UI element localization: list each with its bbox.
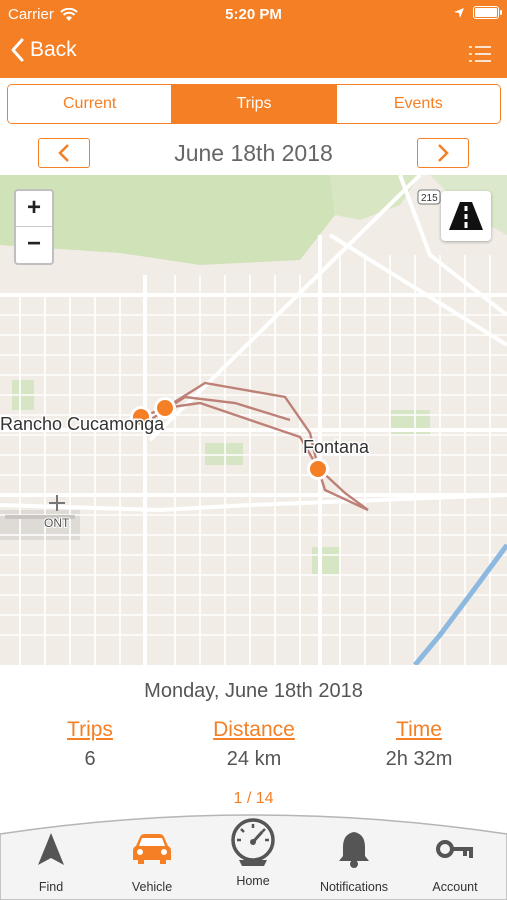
- zoom-control: + −: [14, 189, 54, 265]
- tab-current[interactable]: Current: [8, 85, 173, 123]
- map-label-rancho: Rancho Cucamonga: [0, 414, 165, 434]
- distance-value: 24 km: [226, 748, 282, 770]
- tab-find[interactable]: Find: [1, 824, 101, 894]
- app-header: Carrier 5:20 PM Back: [0, 0, 507, 78]
- car-icon: [133, 834, 171, 864]
- bottom-tab-bar: Find Vehicle Home Notifications Account: [0, 806, 507, 900]
- trips-link[interactable]: Trips: [40, 718, 140, 742]
- time-stat: Time 2h 32m: [359, 718, 479, 771]
- status-bar: Carrier 5:20 PM: [0, 0, 507, 28]
- chevron-right-icon: [438, 144, 449, 162]
- time-link[interactable]: Time: [359, 718, 479, 742]
- highway-shield-icon: 215: [417, 189, 441, 205]
- navigation-arrow-icon: [38, 833, 64, 865]
- road-icon: [449, 202, 483, 230]
- distance-stat: Distance 24 km: [189, 718, 319, 771]
- highway-label: 215: [421, 193, 438, 204]
- zoom-out-button[interactable]: −: [16, 227, 52, 263]
- bell-icon: [339, 832, 369, 868]
- river: [413, 543, 507, 665]
- view-segmented-control: Current Trips Events: [7, 84, 501, 124]
- summary-date: Monday, June 18th 2018: [144, 680, 363, 702]
- status-indicators: [453, 6, 502, 19]
- trip-map[interactable]: Rancho Cucamonga Fontana ONT 215 + −: [0, 175, 507, 665]
- tab-trips[interactable]: Trips: [172, 85, 337, 123]
- tab-vehicle[interactable]: Vehicle: [102, 824, 202, 894]
- tab-home-label: Home: [236, 874, 270, 888]
- park-area: [205, 443, 243, 465]
- tab-vehicle-label: Vehicle: [131, 880, 173, 894]
- chevron-left-icon: [11, 38, 24, 62]
- trips-stat: Trips 6: [40, 718, 140, 771]
- battery-icon: [473, 6, 502, 19]
- trips-value: 6: [84, 748, 96, 770]
- tab-account[interactable]: Account: [405, 824, 505, 894]
- speedometer-icon: [231, 818, 275, 866]
- tab-notifications[interactable]: Notifications: [304, 824, 404, 894]
- zoom-in-button[interactable]: +: [16, 191, 52, 227]
- status-time: 5:20 PM: [225, 6, 282, 23]
- key-icon: [436, 840, 473, 858]
- distance-link[interactable]: Distance: [189, 718, 319, 742]
- nav-bar: Back: [0, 34, 507, 74]
- back-button[interactable]: Back: [10, 38, 77, 62]
- next-day-button[interactable]: [417, 138, 469, 168]
- location-arrow-icon: [454, 7, 464, 18]
- tab-home[interactable]: Home: [203, 818, 303, 888]
- date-navigator: June 18th 2018: [0, 132, 507, 174]
- map-label-fontana: Fontana: [303, 437, 370, 457]
- time-value: 2h 32m: [385, 748, 453, 770]
- map-label-ont: ONT: [44, 516, 70, 530]
- park-area: [312, 547, 340, 575]
- tab-find-label: Find: [38, 880, 64, 894]
- trip-marker[interactable]: [307, 458, 329, 480]
- tab-account-label: Account: [432, 880, 478, 894]
- traffic-toggle-button[interactable]: [441, 191, 491, 241]
- list-menu-icon[interactable]: [469, 45, 491, 63]
- back-label: Back: [30, 38, 77, 61]
- map-canvas: Rancho Cucamonga Fontana ONT 215: [0, 175, 507, 665]
- tab-events[interactable]: Events: [336, 85, 500, 123]
- tab-notifications-label: Notifications: [319, 880, 389, 894]
